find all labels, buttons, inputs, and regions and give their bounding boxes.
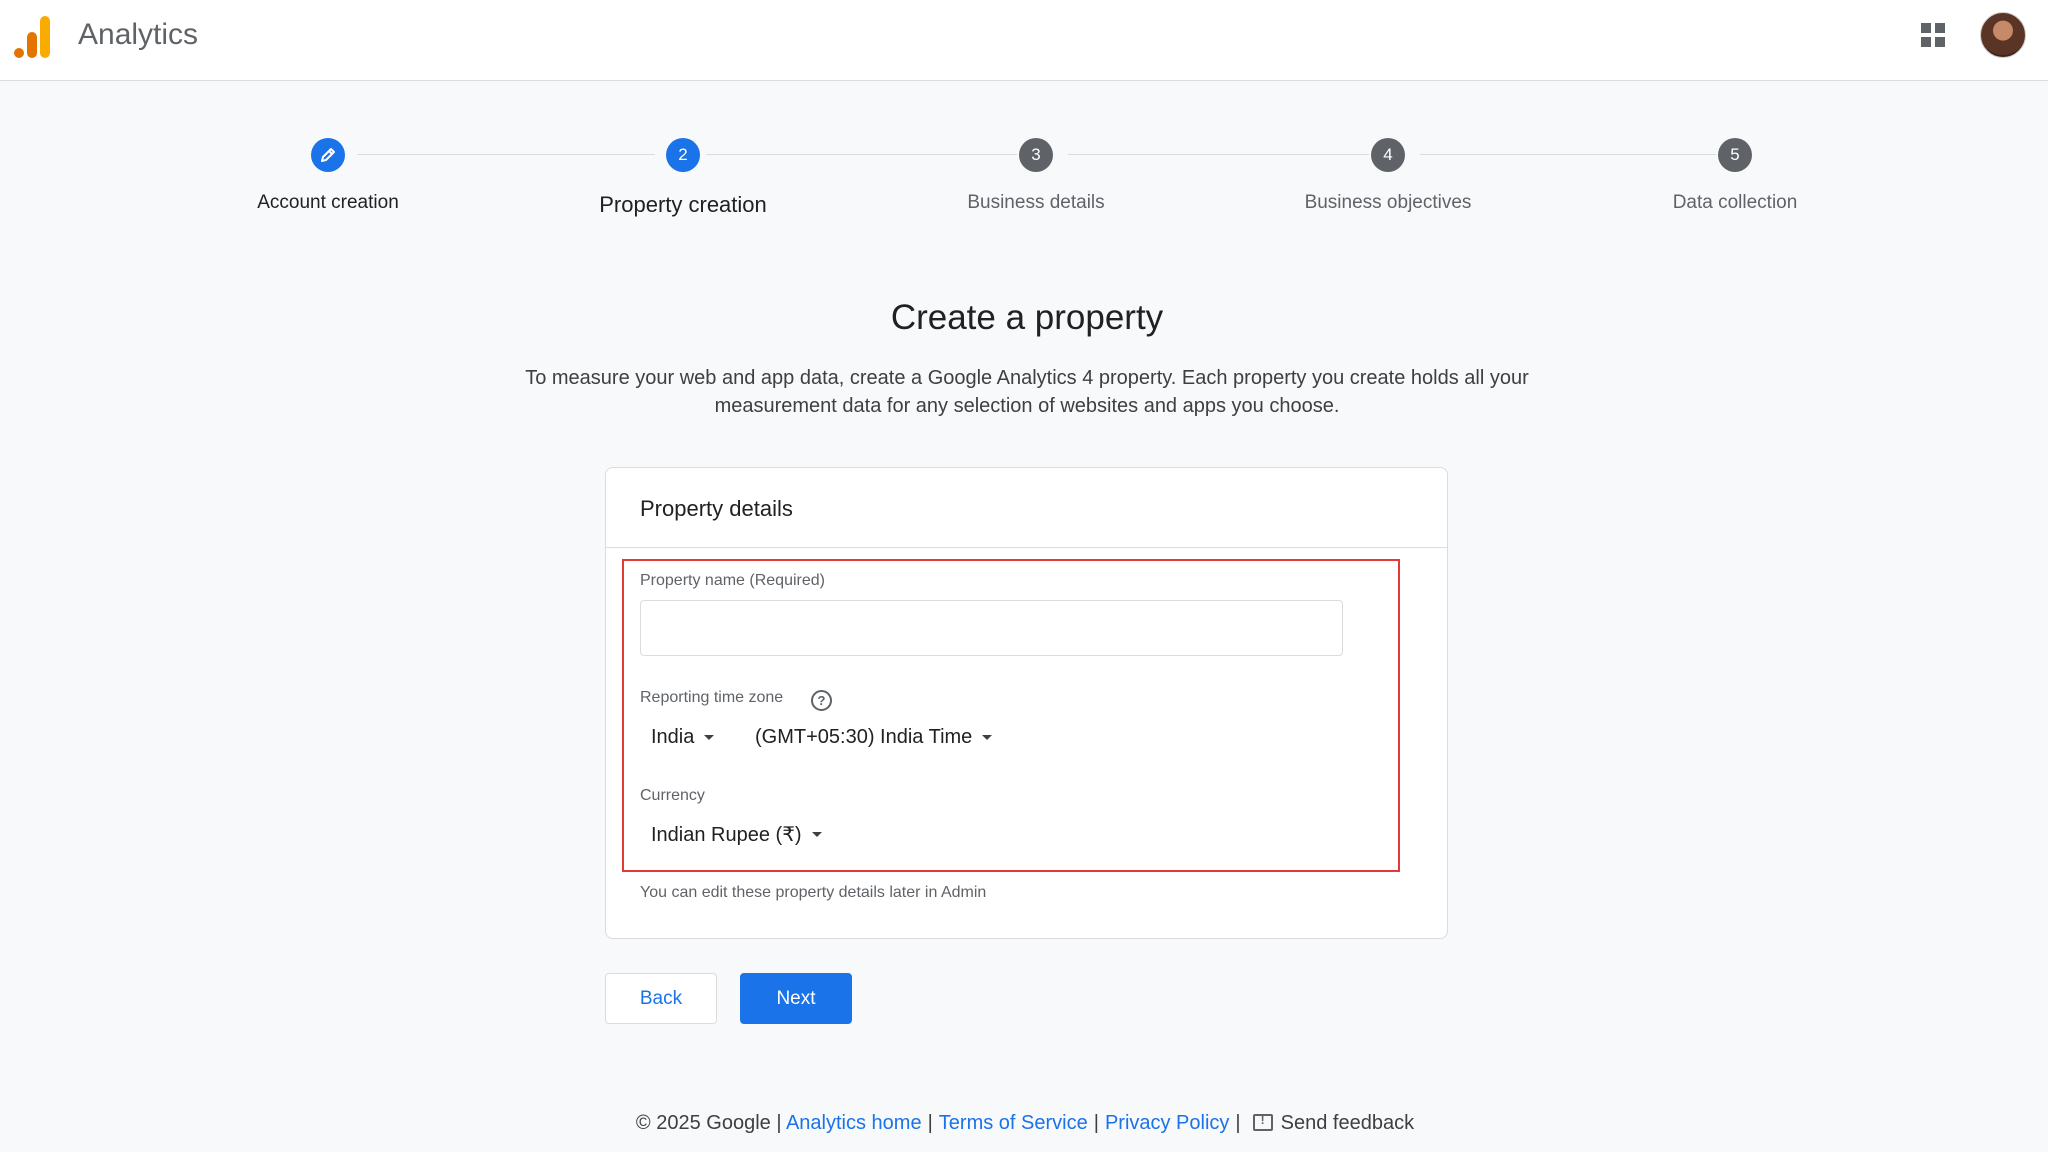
terms-link[interactable]: Terms of Service (939, 1112, 1088, 1134)
feedback-icon (1252, 1113, 1273, 1131)
edit-later-hint: You can edit these property details late… (640, 884, 987, 901)
copyright: © 2025 Google | (635, 1112, 782, 1134)
card-title: Property details (640, 496, 793, 521)
currency-dropdown[interactable]: Indian Rupee (₹) (651, 822, 822, 847)
time-zone-value: (GMT+05:30) India Time (755, 726, 973, 748)
property-details-card: Property details Property name (Required… (605, 467, 1448, 939)
step-number: 4 (1371, 138, 1405, 172)
step-account-creation[interactable]: Account creation (178, 138, 478, 214)
apps-grid-icon[interactable] (1920, 22, 1954, 56)
step-number: 5 (1718, 138, 1752, 172)
step-number: 3 (1019, 138, 1053, 172)
caret-down-icon (811, 832, 822, 837)
next-button[interactable]: Next (740, 973, 852, 1024)
account-avatar[interactable] (1980, 12, 2026, 58)
property-name-label: Property name (Required) (640, 572, 825, 589)
step-label: Property creation (599, 192, 767, 217)
back-button[interactable]: Back (605, 973, 717, 1024)
app-title[interactable]: Analytics (78, 18, 198, 52)
analytics-home-link[interactable]: Analytics home (786, 1112, 922, 1134)
edit-pencil-icon (311, 138, 345, 172)
currency-value: Indian Rupee (₹) (651, 824, 802, 846)
country-value: India (651, 726, 695, 748)
card-divider (606, 547, 1447, 548)
caret-down-icon (704, 735, 715, 740)
step-label: Business details (967, 192, 1105, 213)
step-data-collection[interactable]: 5 Data collection (1585, 138, 1885, 214)
caret-down-icon (982, 735, 993, 740)
help-icon[interactable]: ? (811, 690, 832, 711)
footer: © 2025 Google | Analytics home | Terms of … (0, 1112, 2048, 1135)
page-title: Create a property (890, 298, 1164, 337)
time-zone-dropdown[interactable]: (GMT+05:30) India Time (755, 726, 993, 749)
currency-label: Currency (640, 787, 705, 804)
country-dropdown[interactable]: India (651, 726, 715, 749)
step-label: Business objectives (1304, 192, 1472, 213)
privacy-link[interactable]: Privacy Policy (1105, 1112, 1229, 1134)
step-property-creation[interactable]: 2 Property creation (533, 138, 833, 218)
page-description: To measure your web and app data, create… (525, 367, 1529, 417)
analytics-logo[interactable] (14, 14, 52, 58)
step-label: Account creation (257, 192, 399, 213)
step-label: Data collection (1672, 192, 1798, 213)
top-app-bar: Analytics (0, 0, 2048, 81)
property-name-input[interactable] (640, 600, 1343, 656)
send-feedback-link[interactable]: Send feedback (1281, 1112, 1414, 1134)
step-number: 2 (666, 138, 700, 172)
step-business-details[interactable]: 3 Business details (886, 138, 1186, 214)
step-business-objectives[interactable]: 4 Business objectives (1238, 138, 1538, 214)
time-zone-label: Reporting time zone (640, 689, 784, 706)
setup-stepper: Account creation 2 Property creation 3 B… (0, 130, 2048, 230)
